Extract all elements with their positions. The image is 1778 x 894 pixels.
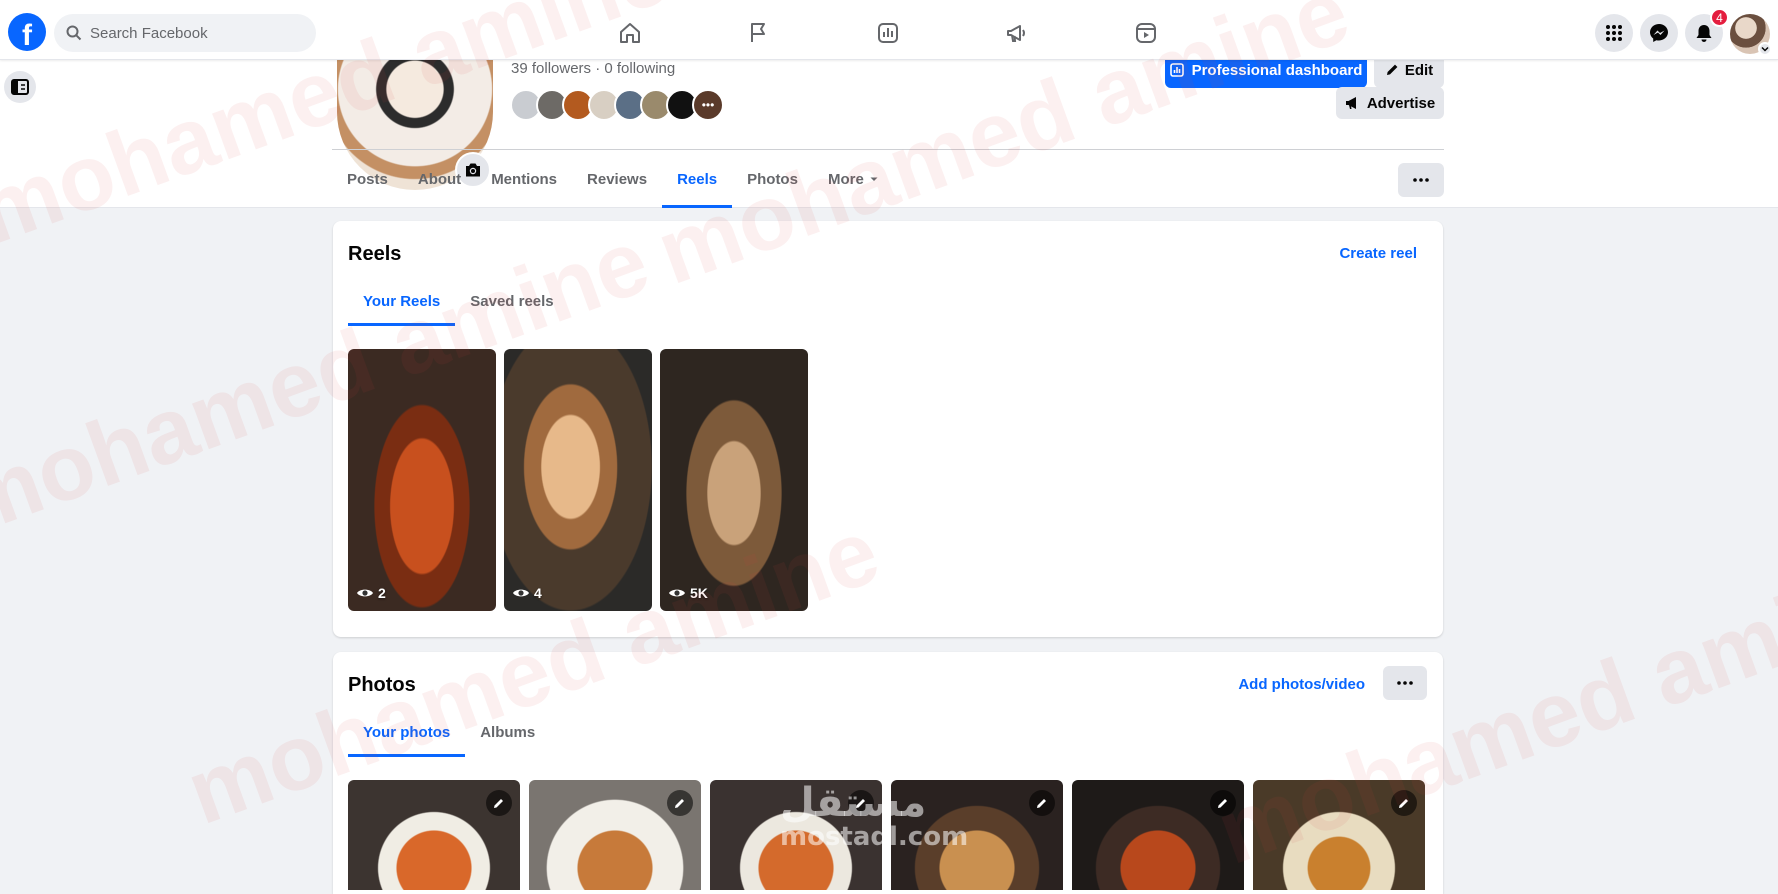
add-photos-video-link[interactable]: Add photos/video xyxy=(1238,676,1365,693)
follower-avatars: ••• xyxy=(510,89,724,121)
reel-thumbnail[interactable]: 4 xyxy=(504,349,652,611)
watermark-logo: مستقل xyxy=(780,780,927,826)
notification-count-badge: 4 xyxy=(1710,8,1729,27)
chevron-down-icon xyxy=(1758,42,1772,56)
pencil-icon[interactable] xyxy=(1029,790,1055,816)
reels-subtabs: Your Reels Saved reels xyxy=(348,276,569,326)
reel-thumbnail[interactable]: 5K xyxy=(660,349,808,611)
photo-thumbnail[interactable] xyxy=(529,780,701,890)
search-icon xyxy=(66,25,82,41)
tab-label: More xyxy=(827,170,864,188)
nav-reels-button[interactable] xyxy=(1111,8,1181,58)
eye-icon xyxy=(513,589,529,597)
create-reel-link[interactable]: Create reel xyxy=(1339,245,1417,262)
photos-subtabs: Your photos Albums xyxy=(348,707,550,757)
pencil-icon[interactable] xyxy=(1391,790,1417,816)
nav-pages-button[interactable] xyxy=(724,8,794,58)
top-navigation-bar: f 4 xyxy=(0,0,1778,60)
reel-view-count: 2 xyxy=(378,585,386,601)
pencil-icon[interactable] xyxy=(486,790,512,816)
nav-insights-button[interactable] xyxy=(853,8,923,58)
photo-thumbnail[interactable] xyxy=(1253,780,1425,890)
nav-ads-button[interactable] xyxy=(982,8,1052,58)
reel-thumbnail[interactable]: 2 xyxy=(348,349,496,611)
profile-tabs: Posts About Mentions Reviews Reels Photo… xyxy=(332,150,894,208)
tab-posts[interactable]: Posts xyxy=(332,150,403,208)
photos-title: Photos xyxy=(348,674,416,696)
tab-label: Photos xyxy=(747,170,798,188)
photos-card: Photos Add photos/video Your photos Albu… xyxy=(333,652,1443,894)
grid-menu-icon xyxy=(1606,25,1622,41)
messenger-button[interactable] xyxy=(1640,14,1678,52)
pencil-icon xyxy=(1386,64,1398,75)
eye-icon xyxy=(669,589,685,597)
tab-albums[interactable]: Albums xyxy=(465,707,550,757)
tab-label: Reels xyxy=(677,170,718,188)
dashboard-icon xyxy=(1169,63,1184,77)
facebook-logo-icon[interactable]: f xyxy=(8,13,46,52)
reels-title: Reels xyxy=(348,243,402,265)
tab-reels[interactable]: Reels xyxy=(662,150,733,208)
tab-label: Mentions xyxy=(491,170,558,188)
more-followers-icon[interactable]: ••• xyxy=(692,89,724,121)
subtab-label: Saved reels xyxy=(470,292,554,310)
home-icon xyxy=(620,23,640,43)
profile-more-options-button[interactable] xyxy=(1398,163,1444,197)
tab-label: About xyxy=(417,170,462,188)
tab-your-reels[interactable]: Your Reels xyxy=(348,276,456,326)
photos-more-options-button[interactable] xyxy=(1383,666,1427,700)
advertise-label: Advertise xyxy=(1366,94,1436,112)
menu-button[interactable] xyxy=(1595,14,1633,52)
tab-about[interactable]: About xyxy=(403,150,476,208)
more-dots-icon xyxy=(1397,681,1413,685)
subtab-label: Your Reels xyxy=(363,292,441,310)
subtab-label: Albums xyxy=(480,723,536,741)
reel-views: 5K xyxy=(668,585,708,601)
pencil-icon[interactable] xyxy=(667,790,693,816)
megaphone-icon xyxy=(1345,97,1356,109)
sidebar-panel-icon xyxy=(11,79,29,95)
search-box[interactable] xyxy=(54,14,316,52)
edit-label: Edit xyxy=(1404,61,1434,79)
flag-icon xyxy=(751,23,765,42)
tab-reviews[interactable]: Reviews xyxy=(572,150,662,208)
advertise-button[interactable]: Advertise xyxy=(1336,87,1444,119)
professional-dashboard-label: Professional dashboard xyxy=(1191,61,1363,79)
reels-icon xyxy=(1136,23,1156,43)
mostaql-watermark: مستقل mostaql.com xyxy=(780,780,968,852)
tab-more[interactable]: More xyxy=(813,150,894,208)
nav-right-controls: 4 xyxy=(1588,8,1772,56)
account-avatar[interactable] xyxy=(1730,14,1772,56)
megaphone-icon xyxy=(1007,25,1025,42)
reel-view-count: 5K xyxy=(690,585,708,601)
tab-photos[interactable]: Photos xyxy=(732,150,813,208)
tab-saved-reels[interactable]: Saved reels xyxy=(455,276,568,326)
notifications-button[interactable]: 4 xyxy=(1685,8,1729,52)
tab-label: Reviews xyxy=(587,170,648,188)
pencil-icon[interactable] xyxy=(1210,790,1236,816)
photo-thumbnail[interactable] xyxy=(348,780,520,890)
tab-your-photos[interactable]: Your photos xyxy=(348,707,466,757)
bell-icon xyxy=(1696,25,1712,42)
eye-icon xyxy=(357,589,373,597)
tab-label: Posts xyxy=(347,170,388,188)
watermark-logo-sub: mostaql.com xyxy=(780,822,969,852)
reel-view-count: 4 xyxy=(534,585,542,601)
caret-down-icon xyxy=(870,177,878,181)
photo-thumbnail[interactable] xyxy=(1072,780,1244,890)
nav-home-button[interactable] xyxy=(595,8,665,58)
reels-card: Reels Create reel Your Reels Saved reels… xyxy=(333,221,1443,637)
tab-mentions[interactable]: Mentions xyxy=(476,150,572,208)
subtab-label: Your photos xyxy=(363,723,451,741)
reel-views: 4 xyxy=(512,585,542,601)
bar-chart-icon xyxy=(878,23,898,43)
profile-header: 39 followers · 0 following ••• Professio… xyxy=(0,46,1778,208)
messenger-icon xyxy=(1650,24,1668,42)
search-input[interactable] xyxy=(90,24,290,42)
sidebar-toggle-button[interactable] xyxy=(4,71,36,103)
reel-views: 2 xyxy=(356,585,386,601)
more-dots-icon xyxy=(1413,178,1429,182)
main-nav xyxy=(595,8,1240,58)
followers-count[interactable]: 39 followers · 0 following xyxy=(511,60,675,77)
